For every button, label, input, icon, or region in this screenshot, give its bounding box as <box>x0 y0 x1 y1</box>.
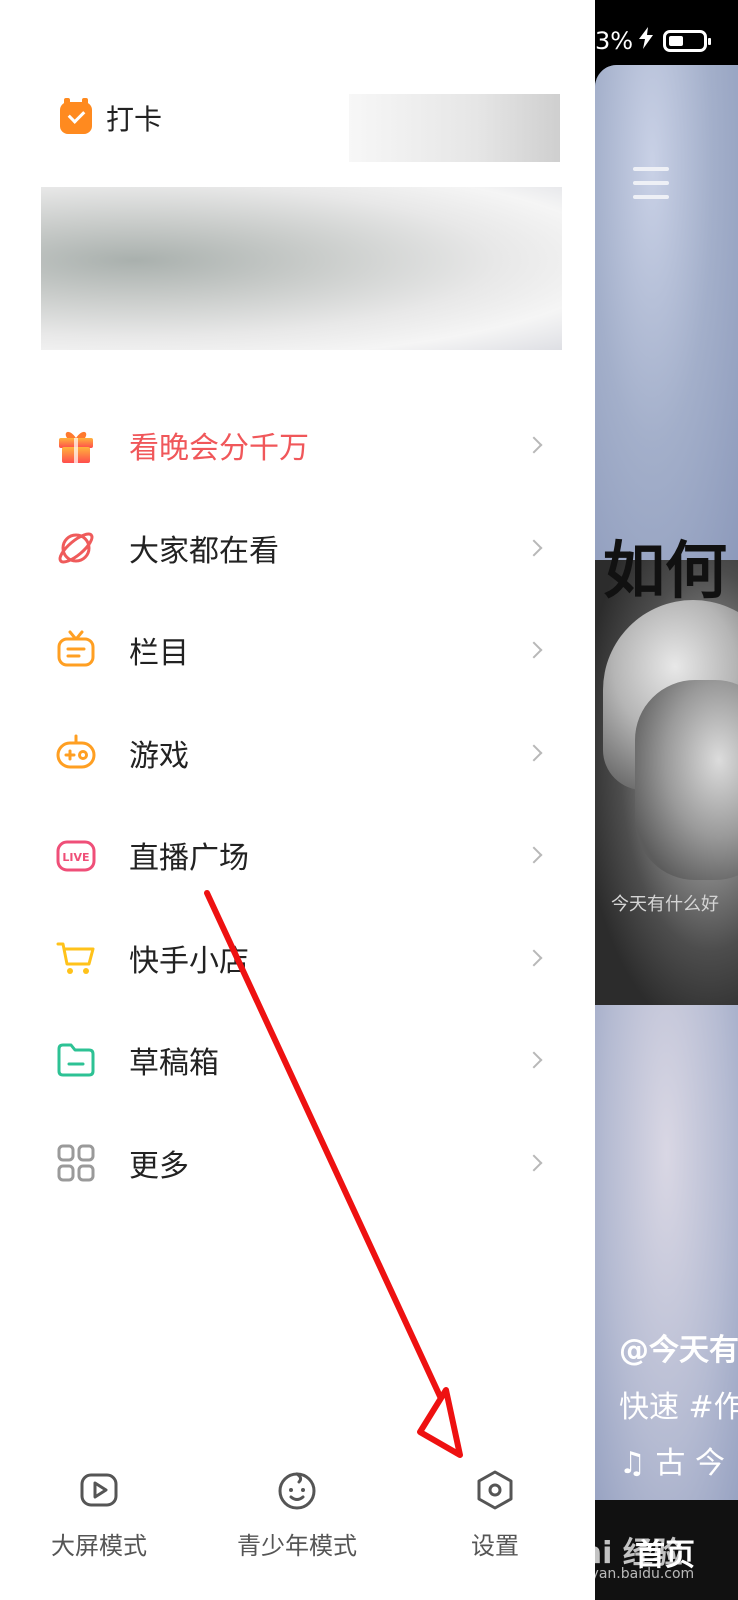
checkin-label: 打卡 <box>106 103 163 136</box>
video-music: ♫ 古 今 <box>619 1446 725 1481</box>
checkin-button[interactable]: 打卡 <box>60 98 162 138</box>
menu-item-columns[interactable]: 栏目 <box>0 599 595 702</box>
menu-item-label: 栏目 <box>129 636 189 672</box>
folder-icon <box>55 1039 97 1081</box>
menu-item-more[interactable]: 更多 <box>0 1112 595 1215</box>
video-description: 快速 #作 <box>619 1390 738 1425</box>
settings-hex-icon <box>473 1468 517 1512</box>
video-card[interactable]: 如何 今天有什么好 @今天有 快速 #作 ♫ 古 今 <box>595 65 738 1500</box>
status-bar: 3% <box>595 24 712 58</box>
chevron-right-icon <box>525 949 543 967</box>
alarm-check-icon <box>60 98 92 134</box>
menu-item-games[interactable]: 游戏 <box>0 702 595 805</box>
menu-item-label: 大家都在看 <box>129 533 279 569</box>
chevron-right-icon <box>525 1051 543 1069</box>
settings-button[interactable]: 设置 <box>415 1460 575 1561</box>
planet-icon <box>55 527 97 569</box>
menu-item-label: 看晚会分千万 <box>129 431 309 467</box>
video-photo <box>595 560 738 1005</box>
bottom-button-label: 设置 <box>471 1532 519 1560</box>
menu-item-shop[interactable]: 快手小店 <box>0 907 595 1010</box>
bottom-button-label: 青少年模式 <box>237 1532 357 1560</box>
lightning-icon <box>639 27 654 55</box>
gamepad-icon <box>55 732 97 774</box>
video-headline: 如何 <box>603 534 728 607</box>
grid-icon <box>55 1142 97 1184</box>
chevron-right-icon <box>525 539 543 557</box>
blurred-banner[interactable] <box>41 187 562 350</box>
menu-item-gala[interactable]: 看晚会分千万 <box>0 394 595 497</box>
tv-icon <box>55 629 97 671</box>
live-icon: LIVE <box>55 834 97 876</box>
menu-item-label: 快手小店 <box>129 943 249 979</box>
chevron-right-icon <box>525 1154 543 1172</box>
chevron-right-icon <box>525 744 543 762</box>
menu-item-label: 更多 <box>129 1148 189 1184</box>
watermark-url: jingyan.baidu.com <box>595 1566 695 1582</box>
menu-item-label: 直播广场 <box>129 841 249 877</box>
video-frame-top <box>595 65 738 560</box>
child-face-icon <box>275 1468 319 1512</box>
menu-item-live[interactable]: LIVE 直播广场 <box>0 804 595 907</box>
menu-item-drafts[interactable]: 草稿箱 <box>0 1009 595 1112</box>
battery-icon <box>663 30 712 52</box>
battery-percent: 3% <box>595 27 634 55</box>
cart-icon <box>55 937 97 979</box>
menu-item-label: 游戏 <box>129 738 189 774</box>
photo-caption: 今天有什么好 <box>611 894 719 915</box>
menu-item-label: 草稿箱 <box>129 1046 219 1082</box>
chevron-right-icon <box>525 436 543 454</box>
drawer-menu: 看晚会分千万 大家都在看 栏目 游戏 LIVE 直播广场 快手小店 草稿箱 更多 <box>0 394 595 1214</box>
svg-text:LIVE: LIVE <box>62 851 89 864</box>
teen-mode-button[interactable]: 青少年模式 <box>217 1460 377 1561</box>
bottom-button-label: 大屏模式 <box>51 1532 147 1560</box>
chevron-right-icon <box>525 846 543 864</box>
background-app: 3% 如何 今天有什么好 @今天有 快速 #作 ♫ 古 今 首页 Bai 经验 … <box>595 0 738 1600</box>
chevron-right-icon <box>525 641 543 659</box>
gift-icon <box>55 424 97 466</box>
menu-item-trending[interactable]: 大家都在看 <box>0 497 595 600</box>
drawer-bottom-bar: 大屏模式 青少年模式 设置 <box>0 1460 595 1600</box>
blurred-user-info <box>349 94 560 162</box>
video-author[interactable]: @今天有 <box>619 1325 738 1369</box>
big-screen-mode-button[interactable]: 大屏模式 <box>19 1460 179 1561</box>
play-screen-icon <box>77 1468 121 1512</box>
menu-icon[interactable] <box>633 167 669 209</box>
side-drawer: 打卡 看晚会分千万 大家都在看 栏目 游戏 LIVE 直播广场 快手小店 草稿箱… <box>0 0 595 1600</box>
